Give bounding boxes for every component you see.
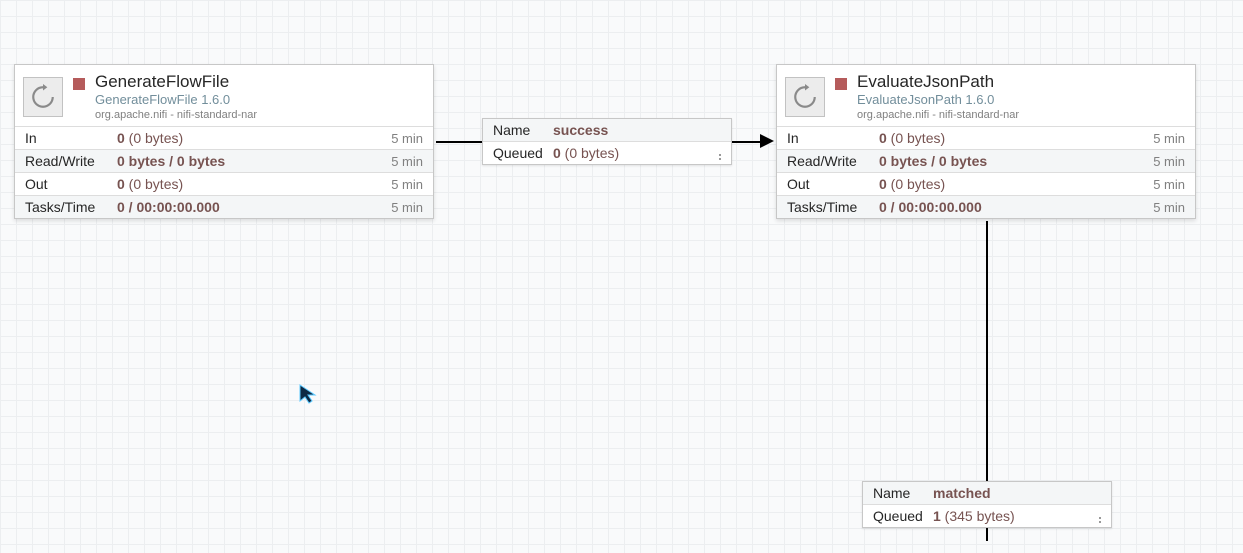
stat-row-taskstime: Tasks/Time 0 / 00:00:00.000 5 min <box>15 196 433 218</box>
processor-bundle: org.apache.nifi - nifi-standard-nar <box>95 109 257 123</box>
stat-label: Tasks/Time <box>787 199 879 215</box>
stat-row-in: In 0 (0 bytes) 5 min <box>777 127 1195 150</box>
stat-value: 0 (0 bytes) <box>879 176 1153 192</box>
stat-row-readwrite: Read/Write 0 bytes / 0 bytes 5 min <box>777 150 1195 173</box>
processor-type: EvaluateJsonPath 1.6.0 <box>857 92 1019 108</box>
stopped-status-icon <box>73 78 85 90</box>
stat-label: Read/Write <box>25 153 117 169</box>
processor-header: EvaluateJsonPath EvaluateJsonPath 1.6.0 … <box>777 65 1195 127</box>
stat-value: 0 (0 bytes) <box>117 130 391 146</box>
stat-row-in: In 0 (0 bytes) 5 min <box>15 127 433 150</box>
connector-line <box>732 141 762 143</box>
stat-label: In <box>25 130 117 146</box>
connection-label: Queued <box>873 508 933 524</box>
stat-period: 5 min <box>1153 200 1185 215</box>
processor-title-block: EvaluateJsonPath EvaluateJsonPath 1.6.0 … <box>857 71 1019 122</box>
processor-icon <box>23 77 63 117</box>
connection-label: Queued <box>493 145 553 161</box>
stat-period: 5 min <box>391 131 423 146</box>
stat-value: 0 (0 bytes) <box>879 130 1153 146</box>
stat-label: Read/Write <box>787 153 879 169</box>
stat-value: 0 bytes / 0 bytes <box>117 153 391 169</box>
processor-glyph-icon <box>30 84 56 110</box>
stat-period: 5 min <box>391 200 423 215</box>
stat-value: 0 bytes / 0 bytes <box>879 153 1153 169</box>
processor-name: GenerateFlowFile <box>95 71 257 92</box>
stat-label: In <box>787 130 879 146</box>
processor-header: GenerateFlowFile GenerateFlowFile 1.6.0 … <box>15 65 433 127</box>
stat-row-readwrite: Read/Write 0 bytes / 0 bytes 5 min <box>15 150 433 173</box>
stat-label: Out <box>787 176 879 192</box>
stat-value: 0 / 00:00:00.000 <box>117 199 391 215</box>
connection-success[interactable]: Name success Queued 0 (0 bytes) <box>482 118 732 165</box>
processor-type: GenerateFlowFile 1.6.0 <box>95 92 257 108</box>
stat-value: 0 (0 bytes) <box>117 176 391 192</box>
stat-value: 0 / 00:00:00.000 <box>879 199 1153 215</box>
stat-period: 5 min <box>1153 131 1185 146</box>
stat-row-out: Out 0 (0 bytes) 5 min <box>15 173 433 196</box>
processor-generateflowfile[interactable]: GenerateFlowFile GenerateFlowFile 1.6.0 … <box>14 64 434 219</box>
stat-label: Out <box>25 176 117 192</box>
stat-label: Tasks/Time <box>25 199 117 215</box>
backpressure-indicator-icon <box>719 154 721 162</box>
processor-name: EvaluateJsonPath <box>857 71 1019 92</box>
connection-matched[interactable]: Name matched Queued 1 (345 bytes) <box>862 481 1112 528</box>
stopped-status-icon <box>835 78 847 90</box>
cursor-icon <box>298 383 318 410</box>
connection-name-row: Name matched <box>863 482 1111 505</box>
connection-queued-value: 0 (0 bytes) <box>553 145 619 161</box>
stat-period: 5 min <box>1153 154 1185 169</box>
stat-period: 5 min <box>391 154 423 169</box>
connector-line <box>436 141 482 143</box>
processor-evaluatejsonpath[interactable]: EvaluateJsonPath EvaluateJsonPath 1.6.0 … <box>776 64 1196 219</box>
connection-name-value: matched <box>933 485 991 501</box>
connection-label: Name <box>493 122 553 138</box>
stat-period: 5 min <box>391 177 423 192</box>
arrow-head-icon <box>760 134 774 148</box>
connection-name-value: success <box>553 122 608 138</box>
connection-queued-value: 1 (345 bytes) <box>933 508 1015 524</box>
processor-icon <box>785 77 825 117</box>
processor-title-block: GenerateFlowFile GenerateFlowFile 1.6.0 … <box>95 71 257 122</box>
connection-queued-row: Queued 0 (0 bytes) <box>483 142 731 164</box>
connection-label: Name <box>873 485 933 501</box>
connection-queued-row: Queued 1 (345 bytes) <box>863 505 1111 527</box>
processor-glyph-icon <box>792 84 818 110</box>
stat-period: 5 min <box>1153 177 1185 192</box>
stat-row-out: Out 0 (0 bytes) 5 min <box>777 173 1195 196</box>
connection-name-row: Name success <box>483 119 731 142</box>
backpressure-indicator-icon <box>1099 517 1101 525</box>
stat-row-taskstime: Tasks/Time 0 / 00:00:00.000 5 min <box>777 196 1195 218</box>
processor-bundle: org.apache.nifi - nifi-standard-nar <box>857 109 1019 123</box>
